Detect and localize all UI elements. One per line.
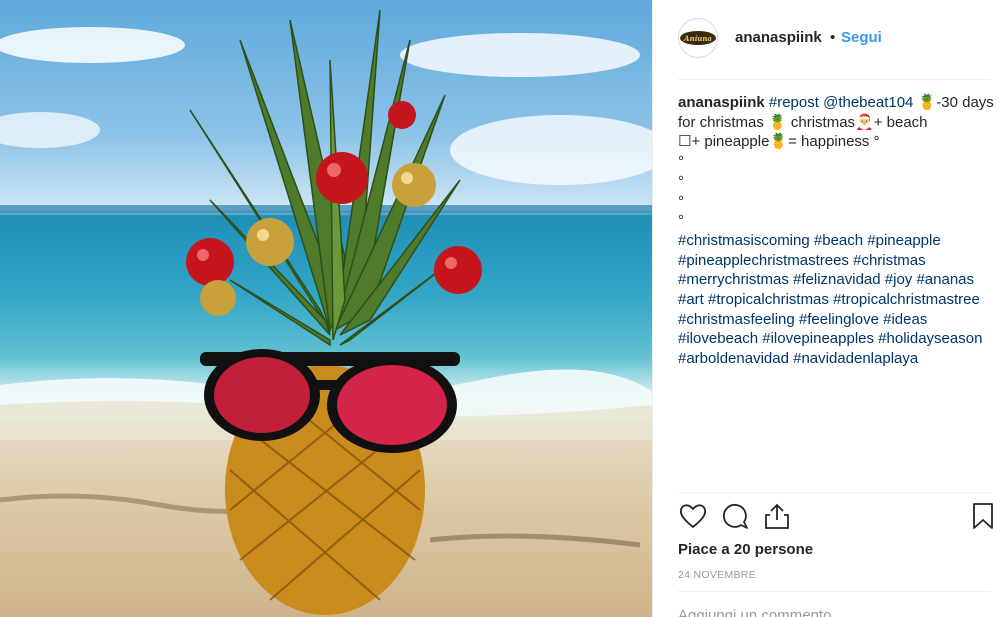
comment-icon[interactable] (720, 501, 750, 531)
caption-mention[interactable]: @thebeat104 (823, 94, 913, 111)
caption-username[interactable]: ananaspiink (678, 94, 765, 111)
likes-count[interactable]: Piace a 20 persone (678, 541, 813, 558)
caption-dot: ° (678, 153, 684, 171)
post-caption: ananaspiink #repost @thebeat104 🍍-30 day… (678, 93, 996, 369)
comment-divider (678, 591, 991, 592)
caption-dot: ° (678, 212, 684, 230)
hashtag[interactable]: #ideas (883, 311, 927, 328)
post-header: Aníuna ananaspiink • Segui (653, 0, 1000, 78)
hashtag[interactable]: #christmasfeeling (678, 311, 795, 328)
caption-hashtag-repost[interactable]: #repost (769, 94, 819, 111)
hashtag[interactable]: #tropicalchristmas (708, 291, 829, 308)
caption-text-1: 🍍-30 (917, 94, 958, 111)
hashtag[interactable]: #arboldenavidad (678, 350, 789, 367)
hashtag[interactable]: #tropicalchristmastree (833, 291, 980, 308)
heart-icon[interactable] (678, 501, 708, 531)
header-separator: • (830, 29, 836, 46)
caption-hashtags: #christmasiscoming #beach #pineapple #pi… (678, 231, 996, 369)
hashtag[interactable]: #feliznavidad (793, 271, 881, 288)
header-divider (678, 79, 991, 80)
avatar-logo: Aníuna (680, 31, 716, 45)
pineapple-illustration (0, 9, 652, 615)
hashtag[interactable]: #christmas (853, 252, 926, 269)
follow-button[interactable]: Segui (841, 29, 882, 46)
hashtag[interactable]: #art (678, 291, 704, 308)
share-icon[interactable] (762, 501, 792, 531)
caption-text-3: ☐+ pineapple🍍= happiness ° (678, 133, 880, 151)
actions-divider (678, 492, 991, 493)
hashtag[interactable]: #pineapplechristmastrees (678, 252, 849, 269)
hashtag[interactable]: #ananas (916, 271, 974, 288)
caption-dot: ° (678, 192, 684, 210)
hashtag[interactable]: #joy (885, 271, 913, 288)
hashtag[interactable]: #ilovebeach (678, 330, 758, 347)
post-actions (678, 501, 993, 535)
hashtag[interactable]: #beach (814, 232, 863, 249)
post-date[interactable]: 24 NOVEMBRE (678, 569, 756, 581)
hashtag[interactable]: #pineapple (867, 232, 940, 249)
comment-input[interactable]: Aggiungi un commento... (678, 607, 844, 617)
post-side-panel: Aníuna ananaspiink • Segui ananaspiink #… (652, 0, 1000, 617)
bookmark-icon[interactable] (968, 501, 998, 531)
hashtag[interactable]: #christmasiscoming (678, 232, 810, 249)
hashtag[interactable]: #navidadenlaplaya (793, 350, 918, 367)
caption-dot: ° (678, 172, 684, 190)
hashtag[interactable]: #ilovepineapples (762, 330, 874, 347)
post-photo[interactable] (0, 0, 652, 617)
avatar[interactable]: Aníuna (678, 18, 718, 58)
hashtag[interactable]: #holidayseason (878, 330, 982, 347)
caption-dots: ° ° ° ° (678, 152, 996, 231)
hashtag[interactable]: #merrychristmas (678, 271, 789, 288)
hashtag[interactable]: #feelinglove (799, 311, 879, 328)
header-username[interactable]: ananaspiink (735, 29, 822, 46)
